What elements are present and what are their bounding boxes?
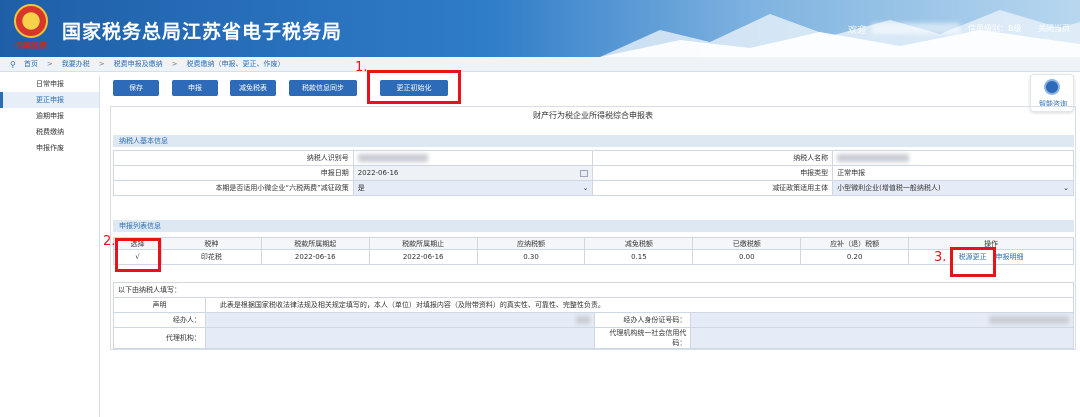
page-header: 中国税务 国家税务总局江苏省电子税务局 欢迎 信用级别：B级 关闭当页 bbox=[0, 0, 1080, 57]
table-header-row: 选择 税种 税款所属期起 税款所属期止 应纳税额 减免税额 已缴税额 应补（退）… bbox=[113, 237, 1074, 250]
declare-date-label: 申报日期 bbox=[113, 165, 354, 181]
cell-tax: 印花税 bbox=[160, 249, 262, 265]
declare-list-table: 选择 税种 税款所属期起 税款所属期止 应纳税额 减免税额 已缴税额 应补（退）… bbox=[113, 237, 1074, 265]
credit-level: 信用级别：B级 bbox=[968, 24, 1022, 33]
agent-id-field[interactable] bbox=[690, 312, 1074, 328]
col-payable: 应纳税额 bbox=[476, 237, 586, 250]
taxpayer-section-header: 纳税人基本信息 bbox=[113, 135, 1074, 147]
org-code-label: 代理机构统一社会信用代码： bbox=[594, 327, 692, 349]
highlight-box-step1 bbox=[367, 70, 461, 104]
cell-end: 2022-06-16 bbox=[368, 249, 478, 265]
breadcrumb-separator: > bbox=[46, 60, 53, 68]
breadcrumb-home[interactable]: 首页 bbox=[24, 59, 38, 69]
tax-emblem-icon bbox=[14, 4, 48, 38]
org-field[interactable] bbox=[204, 327, 596, 349]
close-page-link[interactable]: 关闭当页 bbox=[1038, 23, 1070, 34]
sidebar: 日常申报 更正申报 逾期申报 税费缴纳 申报作废 bbox=[0, 76, 100, 417]
policy-subject-select[interactable]: 小型微利企业(增值税一般纳税人) ⌄ bbox=[832, 180, 1074, 196]
declare-detail-link[interactable]: 申报明细 bbox=[996, 253, 1024, 261]
taxpayer-name-value bbox=[832, 150, 1074, 166]
policy-subject-value: 小型微利企业(增值税一般纳税人) bbox=[837, 184, 941, 192]
org-label: 代理机构： bbox=[113, 327, 206, 349]
cell-start: 2022-06-16 bbox=[260, 249, 370, 265]
col-tax: 税种 bbox=[160, 237, 262, 250]
statement-text: 此表是根据国家税收法律法规及相关规定填写的，本人（单位）对填报内容（及附带资料）… bbox=[204, 297, 1075, 313]
breadcrumb-declare[interactable]: 税费申报及缴纳 bbox=[114, 59, 163, 69]
step-label-1: 1. bbox=[355, 60, 368, 75]
sidebar-item-correction[interactable]: 更正申报 bbox=[0, 92, 99, 108]
sme-policy-select[interactable]: 是 ⌄ bbox=[352, 180, 594, 196]
col-start: 税款所属期起 bbox=[260, 237, 370, 250]
breadcrumb: ⚲ 首页 > 我要办税 > 税费申报及缴纳 > 税费缴纳（申报、更正、作废） bbox=[0, 57, 1080, 72]
declare-type-label: 申报类型 bbox=[592, 165, 834, 181]
agent-id-label: 经办人身份证号码： bbox=[594, 312, 692, 328]
breadcrumb-tax[interactable]: 我要办税 bbox=[62, 59, 90, 69]
footer-title: 以下由纳税人填写： bbox=[113, 282, 1074, 298]
taxpayer-name-label: 纳税人名称 bbox=[592, 150, 834, 166]
col-paid: 已缴税额 bbox=[692, 237, 802, 250]
highlight-box-step3 bbox=[950, 247, 996, 277]
col-end: 税款所属期止 bbox=[368, 237, 478, 250]
sidebar-item-daily[interactable]: 日常申报 bbox=[0, 76, 99, 92]
highlight-box-step2 bbox=[115, 238, 161, 272]
submit-button[interactable]: 申报 bbox=[172, 80, 218, 96]
user-name-redacted bbox=[872, 23, 960, 34]
taxpayer-id-label: 纳税人识别号 bbox=[113, 150, 354, 166]
welcome-text: 欢迎 bbox=[848, 26, 867, 36]
step-label-3: 3. bbox=[934, 250, 947, 265]
col-due: 应补（退）税额 bbox=[800, 237, 910, 250]
breadcrumb-separator: > bbox=[171, 60, 178, 68]
declare-date-field[interactable]: 2022-06-16 bbox=[352, 165, 594, 181]
emblem-text: 中国税务 bbox=[14, 40, 46, 50]
cell-due: 0.20 bbox=[800, 249, 910, 265]
statement-label: 声明 bbox=[113, 297, 206, 313]
headset-icon bbox=[1044, 79, 1060, 95]
sme-policy-label: 本期是否适用小微企业“六税两费”减征政策 bbox=[113, 180, 354, 196]
declare-date-value: 2022-06-16 bbox=[357, 169, 399, 177]
cell-paid: 0.00 bbox=[692, 249, 802, 265]
location-pin-icon: ⚲ bbox=[10, 59, 16, 69]
col-reduced: 减免税额 bbox=[584, 237, 694, 250]
breadcrumb-current[interactable]: 税费缴纳（申报、更正、作废） bbox=[186, 59, 284, 69]
agent-label: 经办人： bbox=[113, 312, 206, 328]
org-code-field[interactable] bbox=[690, 327, 1074, 349]
breadcrumb-separator: > bbox=[98, 60, 105, 68]
agent-field[interactable] bbox=[204, 312, 596, 328]
list-section-header: 申报列表信息 bbox=[113, 220, 1074, 232]
calendar-icon[interactable] bbox=[580, 169, 589, 177]
chevron-down-icon: ⌄ bbox=[1063, 184, 1069, 192]
policy-subject-label: 减征政策适用主体 bbox=[592, 180, 834, 196]
sme-policy-value: 是 bbox=[357, 184, 365, 192]
sidebar-item-payment[interactable]: 税费缴纳 bbox=[0, 124, 99, 140]
reduce-table-button[interactable]: 减免税表 bbox=[230, 80, 276, 96]
cell-payable: 0.30 bbox=[476, 249, 586, 265]
sync-button[interactable]: 税款信息同步 bbox=[289, 80, 357, 96]
cell-reduced: 0.15 bbox=[584, 249, 694, 265]
save-button[interactable]: 保存 bbox=[113, 80, 159, 96]
step-label-2: 2. bbox=[103, 234, 116, 249]
sidebar-item-void[interactable]: 申报作废 bbox=[0, 140, 99, 156]
site-title: 国家税务总局江苏省电子税务局 bbox=[62, 21, 343, 43]
chevron-down-icon: ⌄ bbox=[582, 184, 589, 192]
sidebar-item-overdue[interactable]: 逾期申报 bbox=[0, 108, 99, 124]
declaration-table: 以下由纳税人填写： 声明 此表是根据国家税收法律法规及相关规定填写的，本人（单位… bbox=[113, 282, 1075, 349]
form-title: 财产行为税企业所得税综合申报表 bbox=[533, 111, 653, 120]
declare-type-value: 正常申报 bbox=[832, 165, 1074, 181]
table-row: √ 印花税 2022-06-16 2022-06-16 0.30 0.15 0.… bbox=[113, 249, 1074, 265]
taxpayer-id-value bbox=[352, 150, 594, 166]
taxpayer-info-table: 纳税人识别号 纳税人名称 申报日期 2022-06-16 申报类型 正常申报 本… bbox=[113, 150, 1074, 196]
